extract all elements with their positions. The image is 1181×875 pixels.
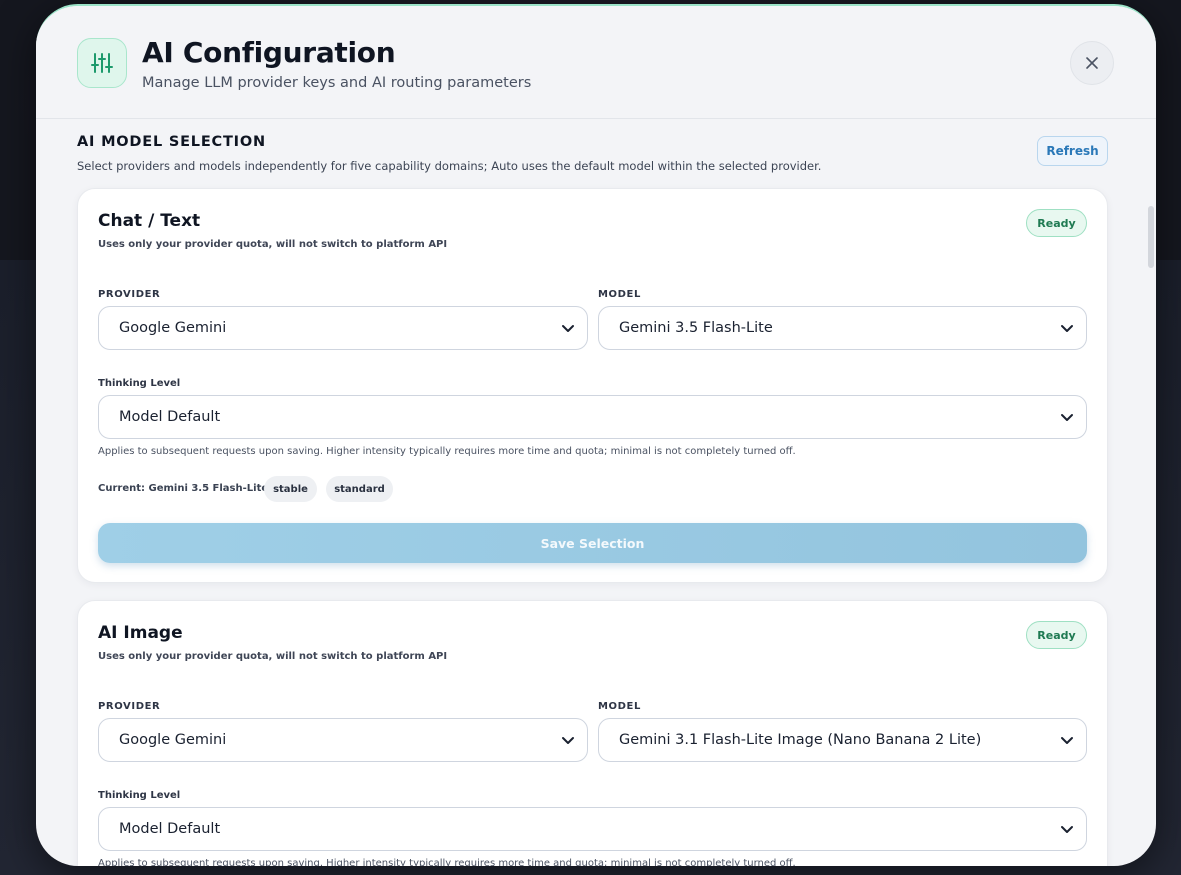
tag-standard: standard (326, 476, 393, 502)
chevron-down-icon (562, 325, 574, 332)
model-select[interactable]: Gemini 3.5 Flash-Lite (598, 306, 1087, 350)
card-title: AI Image (98, 623, 183, 643)
model-label: MODEL (598, 701, 641, 712)
status-badge: Ready (1026, 209, 1087, 237)
thinking-level-select[interactable]: Model Default (98, 807, 1087, 851)
chevron-down-icon (1061, 826, 1073, 833)
provider-label: PROVIDER (98, 701, 161, 712)
provider-value: Google Gemini (119, 732, 227, 748)
thinking-help-text: Applies to subsequent requests upon savi… (98, 858, 796, 866)
model-value: Gemini 3.5 Flash-Lite (619, 320, 773, 336)
close-icon (1086, 57, 1098, 69)
chat-text-card: Chat / Text Uses only your provider quot… (77, 188, 1108, 583)
scrollbar-thumb[interactable] (1148, 206, 1154, 268)
thinking-level-select[interactable]: Model Default (98, 395, 1087, 439)
thinking-level-label: Thinking Level (98, 378, 181, 389)
provider-select[interactable]: Google Gemini (98, 306, 588, 350)
section-description: Select providers and models independentl… (77, 159, 822, 173)
refresh-button[interactable]: Refresh (1037, 136, 1108, 166)
provider-value: Google Gemini (119, 320, 227, 336)
thinking-help-text: Applies to subsequent requests upon savi… (98, 446, 796, 457)
tag-stable: stable (264, 476, 317, 502)
modal-title: AI Configuration (142, 36, 396, 69)
sliders-icon (77, 38, 127, 88)
model-label: MODEL (598, 289, 641, 300)
modal-content[interactable]: AI MODEL SELECTION Select providers and … (36, 120, 1156, 866)
chevron-down-icon (1061, 414, 1073, 421)
close-button[interactable] (1070, 41, 1114, 85)
status-badge: Ready (1026, 621, 1087, 649)
modal-header: AI Configuration Manage LLM provider key… (36, 6, 1156, 119)
ai-image-card: AI Image Uses only your provider quota, … (77, 600, 1108, 866)
card-title: Chat / Text (98, 211, 201, 231)
ai-configuration-modal: AI Configuration Manage LLM provider key… (36, 4, 1156, 866)
card-note: Uses only your provider quota, will not … (98, 239, 448, 250)
thinking-level-value: Model Default (119, 409, 221, 425)
provider-select[interactable]: Google Gemini (98, 718, 588, 762)
provider-label: PROVIDER (98, 289, 161, 300)
chevron-down-icon (1061, 325, 1073, 332)
card-note: Uses only your provider quota, will not … (98, 651, 448, 662)
section-title: AI MODEL SELECTION (77, 134, 266, 150)
model-value: Gemini 3.1 Flash-Lite Image (Nano Banana… (619, 732, 982, 748)
chevron-down-icon (1061, 737, 1073, 744)
current-model-text: Current: Gemini 3.5 Flash-Lite (98, 483, 269, 494)
model-select[interactable]: Gemini 3.1 Flash-Lite Image (Nano Banana… (598, 718, 1087, 762)
thinking-level-value: Model Default (119, 821, 221, 837)
chevron-down-icon (562, 737, 574, 744)
save-selection-button[interactable]: Save Selection (98, 523, 1087, 563)
thinking-level-label: Thinking Level (98, 790, 181, 801)
modal-subtitle: Manage LLM provider keys and AI routing … (142, 75, 532, 91)
